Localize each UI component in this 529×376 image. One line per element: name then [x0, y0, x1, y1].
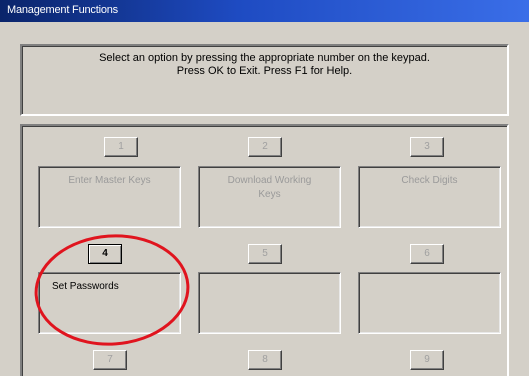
instructions-panel: Select an option by pressing the appropr…: [20, 44, 509, 116]
option-label: Enter Master Keys: [68, 175, 151, 186]
key-button-2[interactable]: 2: [248, 137, 282, 157]
key-button-9[interactable]: 9: [410, 350, 444, 370]
management-functions-window: Management Functions Select an option by…: [0, 0, 529, 376]
title-bar[interactable]: Management Functions: [0, 0, 529, 22]
key-button-3[interactable]: 3: [410, 137, 444, 157]
option-empty-6[interactable]: [358, 272, 501, 334]
option-label-line-2: Keys: [258, 189, 281, 200]
key-button-8[interactable]: 8: [248, 350, 282, 370]
option-empty-5[interactable]: [198, 272, 341, 334]
key-button-6[interactable]: 6: [410, 244, 444, 264]
option-label: Check Digits: [401, 175, 458, 186]
option-check-digits[interactable]: Check Digits: [358, 166, 501, 228]
option-label-line-1: Download Working: [227, 175, 312, 186]
option-enter-master-keys[interactable]: Enter Master Keys: [38, 166, 181, 228]
key-button-5[interactable]: 5: [248, 244, 282, 264]
key-button-4[interactable]: 4: [88, 244, 122, 264]
window-title: Management Functions: [7, 4, 118, 16]
option-download-working-keys[interactable]: Download Working Keys: [198, 166, 341, 228]
instructions-line-1: Select an option by pressing the appropr…: [99, 52, 430, 64]
key-button-1[interactable]: 1: [104, 137, 138, 157]
option-label: Set Passwords: [52, 281, 119, 292]
option-set-passwords[interactable]: Set Passwords: [38, 272, 181, 334]
instructions-line-2: Press OK to Exit. Press F1 for Help.: [176, 65, 353, 77]
key-button-7[interactable]: 7: [93, 350, 127, 370]
